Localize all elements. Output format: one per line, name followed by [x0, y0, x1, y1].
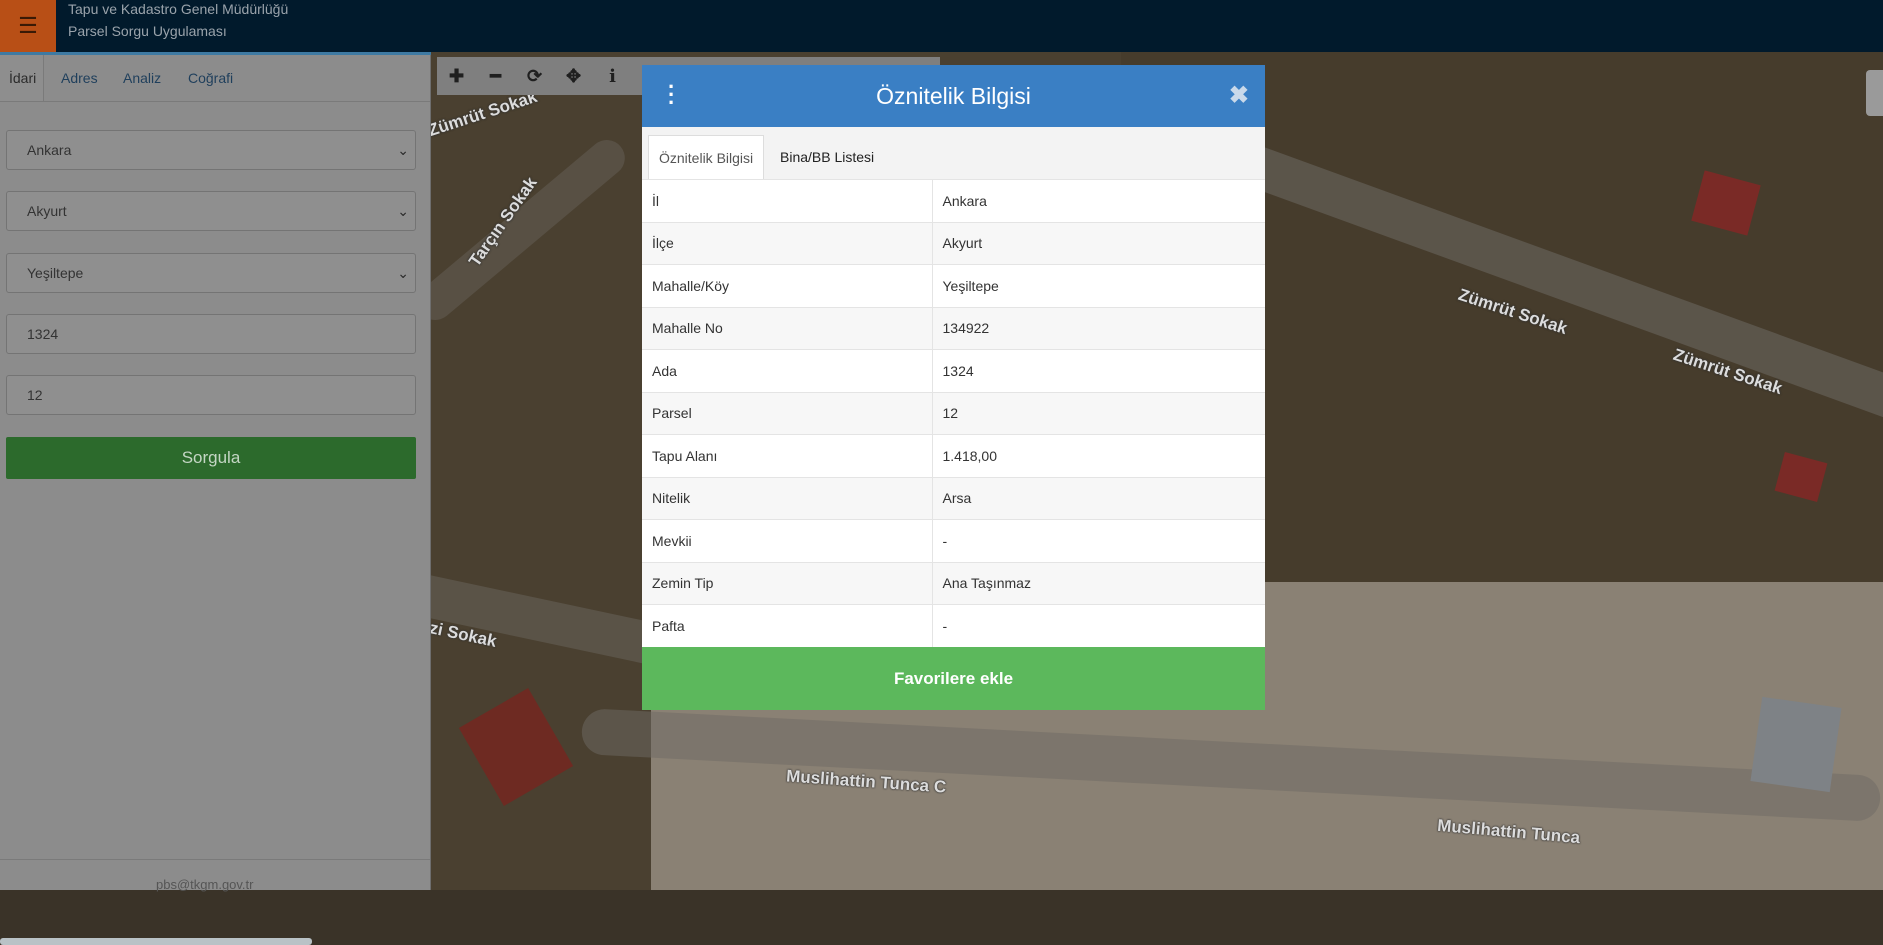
attribute-value: 1324: [932, 349, 1265, 392]
hamburger-icon: ☰: [18, 13, 38, 38]
tab-idari[interactable]: İdari: [0, 55, 44, 101]
table-row: Tapu Alanı 1.418,00: [642, 434, 1265, 477]
attribute-value: 12: [932, 391, 1265, 435]
attribute-key: Tapu Alanı: [642, 434, 933, 477]
info-icon[interactable]: i: [593, 57, 632, 95]
ilce-select-value: Akyurt: [27, 203, 67, 219]
attribute-value: Yeşiltepe: [932, 264, 1265, 307]
add-favorite-button[interactable]: Favorilere ekle: [642, 647, 1265, 710]
close-icon[interactable]: ✖: [1229, 81, 1249, 110]
attribute-key: Mahalle/Köy: [642, 264, 933, 307]
attribute-value: 1.418,00: [932, 434, 1265, 477]
refresh-icon[interactable]: ⟳: [515, 57, 554, 95]
chevron-down-icon: ⌄: [397, 203, 409, 219]
footer-divider: [0, 859, 430, 860]
tab-adres[interactable]: Adres: [61, 55, 98, 101]
attribute-modal: · · · Öznitelik Bilgisi ✖ Öznitelik Bilgis…: [642, 65, 1265, 710]
attribute-key: İlçe: [642, 221, 933, 265]
building-roof: [1750, 696, 1842, 793]
table-row: Nitelik Arsa: [642, 476, 1265, 520]
attribute-value: Ana Taşınmaz: [932, 561, 1265, 605]
top-bar: ☰ Tapu ve Kadastro Genel Müdürlüğü Parse…: [0, 0, 1883, 52]
ada-input[interactable]: 1324: [6, 314, 416, 354]
attribute-table: İl Ankara İlçe Akyurt Mahalle/Köy Yeşiltepe Ma…: [642, 179, 1265, 647]
road: [431, 132, 633, 328]
attribute-value: -: [932, 519, 1265, 562]
tab-bina-bb-listesi[interactable]: Bina/BB Listesi: [770, 135, 884, 179]
attribute-value: Akyurt: [932, 221, 1265, 265]
modal-header: · · · Öznitelik Bilgisi ✖: [642, 65, 1265, 127]
app-title: Tapu ve Kadastro Genel Müdürlüğü Parsel …: [68, 0, 288, 42]
attribute-key: Mevkii: [642, 519, 933, 562]
ilce-select[interactable]: Akyurt ⌄: [6, 191, 416, 231]
parsel-input[interactable]: 12: [6, 375, 416, 415]
attribute-key: Mahalle No: [642, 306, 933, 350]
attribute-key: İl: [642, 179, 933, 222]
attribute-value: -: [932, 604, 1265, 647]
modal-title: Öznitelik Bilgisi: [876, 83, 1031, 109]
hamburger-menu-button[interactable]: ☰: [0, 0, 56, 52]
attribute-value: Arsa: [932, 476, 1265, 520]
attribute-key: Parsel: [642, 391, 933, 435]
app-name: Parsel Sorgu Uygulaması: [68, 23, 227, 39]
tab-analiz[interactable]: Analiz: [123, 55, 161, 101]
chevron-down-icon: ⌄: [397, 142, 409, 158]
table-row: Zemin Tip Ana Taşınmaz: [642, 561, 1265, 605]
mahalle-select-value: Yeşiltepe: [27, 265, 84, 281]
query-button[interactable]: Sorgula: [6, 437, 416, 479]
zoom-out-icon[interactable]: ━: [476, 57, 515, 95]
org-title: Tapu ve Kadastro Genel Müdürlüğü: [68, 1, 289, 17]
attribute-value: 134922: [932, 306, 1265, 350]
tab-cografi[interactable]: Coğrafi: [188, 55, 233, 101]
building-roof: [458, 688, 574, 806]
table-row: Mevkii -: [642, 519, 1265, 562]
right-panel-toggle-button[interactable]: [1866, 70, 1883, 116]
table-row: Mahalle/Köy Yeşiltepe: [642, 264, 1265, 307]
horizontal-scrollbar[interactable]: [0, 938, 312, 945]
attribute-key: Nitelik: [642, 476, 933, 520]
chevron-down-icon: ⌄: [397, 265, 409, 281]
pan-icon[interactable]: ✥: [554, 57, 593, 95]
il-select[interactable]: Ankara ⌄: [6, 130, 416, 170]
sidebar: İdari Adres Analiz Coğrafi Ankara ⌄ Akyu…: [0, 55, 431, 945]
modal-tabs: Öznitelik Bilgisi Bina/BB Listesi: [642, 127, 1265, 180]
table-row: Parsel 12: [642, 391, 1265, 435]
attribute-value: Ankara: [932, 179, 1265, 222]
table-row: Pafta -: [642, 604, 1265, 647]
table-row: İl Ankara: [642, 179, 1265, 222]
table-row: İlçe Akyurt: [642, 221, 1265, 265]
road-label: Zümrüt Sokak: [431, 86, 540, 141]
il-select-value: Ankara: [27, 142, 72, 158]
attribute-key: Pafta: [642, 604, 933, 647]
attribute-key: Zemin Tip: [642, 561, 933, 605]
attribute-key: Ada: [642, 349, 933, 392]
mahalle-select[interactable]: Yeşiltepe ⌄: [6, 253, 416, 293]
table-row: Mahalle No 134922: [642, 306, 1265, 350]
zoom-in-icon[interactable]: ✚: [437, 57, 476, 95]
tab-oznitelik-bilgisi[interactable]: Öznitelik Bilgisi: [648, 135, 765, 180]
table-row: Ada 1324: [642, 349, 1265, 392]
sidebar-tabs: İdari Adres Analiz Coğrafi: [0, 55, 430, 102]
